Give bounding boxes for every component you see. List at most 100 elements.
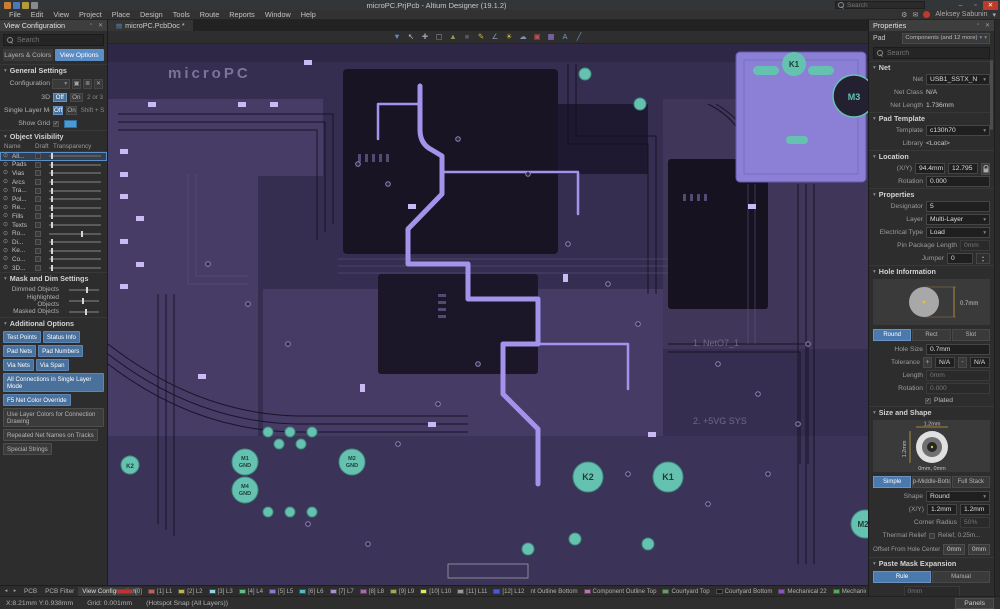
draft-checkbox[interactable]	[35, 153, 41, 159]
string-tool-icon[interactable]: A	[559, 32, 572, 43]
undo-icon[interactable]	[31, 2, 38, 9]
single-layer-mode-on-button[interactable]: On	[66, 106, 76, 115]
tolerance-plus-field[interactable]: N/A	[935, 357, 955, 368]
hole-information-heading[interactable]: ▾Hole Information	[869, 265, 994, 277]
panels-button[interactable]: Panels	[955, 598, 994, 609]
highlighted-objects-slider[interactable]	[69, 300, 99, 302]
document-tab[interactable]: ▤ microPC.PcbDoc *	[108, 20, 193, 31]
layer-tab-5-l5[interactable]: [5] L5	[266, 588, 296, 595]
slot-button[interactable]: Slot	[952, 329, 990, 341]
global-search[interactable]	[835, 1, 925, 9]
line-tool-icon[interactable]: ╱	[573, 32, 586, 43]
visibility-eye-icon[interactable]: ⊙	[3, 239, 10, 245]
net-dropdown[interactable]: USB1_SSTX_N	[926, 74, 990, 85]
object-visibility-row[interactable]: ⊙Ke...	[0, 247, 107, 256]
visibility-eye-icon[interactable]: ⊙	[3, 188, 10, 194]
save-icon[interactable]	[13, 2, 20, 9]
transparency-slider[interactable]	[49, 207, 101, 209]
menu-view[interactable]: View	[48, 10, 74, 19]
draft-checkbox[interactable]	[35, 213, 41, 219]
object-visibility-row[interactable]: ⊙Di...	[0, 238, 107, 247]
single-layer-mode-off-button[interactable]: Off	[53, 106, 63, 115]
layer-tab-6-l6[interactable]: [6] L6	[296, 588, 326, 595]
rotation-field[interactable]: 0.000	[926, 176, 990, 187]
layer-tab-3-l3[interactable]: [3] L3	[206, 588, 236, 595]
top-middle-bottom-button[interactable]: Top-Middle-Bottom	[912, 476, 950, 488]
draft-checkbox[interactable]	[35, 196, 41, 202]
layer-tab-9-l9[interactable]: [9] L9	[387, 588, 417, 595]
maximize-button[interactable]: ▫	[968, 1, 983, 10]
delete-configuration-icon[interactable]: ✕	[94, 79, 103, 89]
visibility-eye-icon[interactable]: ⊙	[3, 213, 10, 219]
transparency-slider[interactable]	[49, 190, 101, 192]
layers-scroll-left-icon[interactable]: ◂	[2, 588, 10, 594]
draft-checkbox[interactable]	[35, 231, 41, 237]
menu-project[interactable]: Project	[74, 10, 107, 19]
object-visibility-heading[interactable]: ▾Object Visibility	[0, 130, 107, 142]
show-grid-checkbox[interactable]: ✓	[53, 121, 59, 127]
panel-close-icon[interactable]: ✕	[985, 22, 990, 29]
layer-tab-courtyard-bottom[interactable]: Courtyard Bottom	[713, 588, 776, 595]
align-tool-icon[interactable]: ▲	[447, 32, 460, 43]
designator-field[interactable]: 5	[926, 201, 990, 212]
plated-checkbox[interactable]: ✓	[925, 398, 931, 404]
configuration-dropdown[interactable]: ▾	[52, 79, 70, 89]
net-heading[interactable]: ▾Net	[869, 61, 994, 73]
layers-scroll-right-icon[interactable]: ▸	[11, 588, 19, 594]
object-visibility-row[interactable]: ⊙3D...	[0, 264, 107, 273]
draft-checkbox[interactable]	[35, 162, 41, 168]
electrical-type-dropdown[interactable]: Load	[926, 227, 990, 238]
layer-tab-mechanical-23[interactable]: Mechanical 23	[830, 588, 866, 595]
draft-checkbox[interactable]	[35, 256, 41, 262]
transparency-slider[interactable]	[49, 224, 101, 226]
transparency-slider[interactable]	[49, 267, 101, 269]
visibility-eye-icon[interactable]: ⊙	[3, 265, 10, 271]
keepout-tool-icon[interactable]: ▣	[531, 32, 544, 43]
jumper-stepper[interactable]: ▴▾	[976, 253, 990, 264]
menu-tools[interactable]: Tools	[168, 10, 195, 19]
3d-on-button[interactable]: On	[70, 93, 84, 102]
filter-tool-icon[interactable]: ▼	[391, 32, 404, 43]
layer-tab-4-l4[interactable]: [4] L4	[236, 588, 266, 595]
transparency-slider[interactable]	[49, 250, 101, 252]
visibility-eye-icon[interactable]: ⊙	[3, 196, 10, 202]
cloud-tool-icon[interactable]: ☁	[517, 32, 530, 43]
offset-x-button[interactable]: 0mm	[943, 544, 965, 555]
pad-template-heading[interactable]: ▾Pad Template	[869, 112, 994, 124]
user-avatar[interactable]	[923, 11, 930, 18]
panel-close-icon[interactable]: ✕	[98, 22, 103, 29]
round-button[interactable]: Round	[873, 329, 911, 341]
special-strings-toggle[interactable]: Special Strings	[3, 443, 52, 455]
transparency-slider[interactable]	[49, 181, 101, 183]
object-visibility-row[interactable]: ⊙Arcs	[0, 178, 107, 187]
draft-checkbox[interactable]	[35, 170, 41, 176]
transparency-slider[interactable]	[49, 215, 101, 217]
draft-checkbox[interactable]	[35, 179, 41, 185]
draw-tool-icon[interactable]: ✎	[475, 32, 488, 43]
menu-design[interactable]: Design	[135, 10, 168, 19]
close-button[interactable]: ✕	[983, 1, 998, 10]
lock-icon[interactable]	[981, 163, 990, 175]
tab-layers-colors[interactable]: Layers & Colors	[3, 49, 53, 61]
tab-view-options[interactable]: View Options	[55, 49, 105, 61]
visibility-eye-icon[interactable]: ⊙	[3, 153, 10, 159]
left-panel-search[interactable]	[3, 34, 104, 46]
visibility-eye-icon[interactable]: ⊙	[3, 256, 10, 262]
additional-options-heading[interactable]: ▾Additional Options	[0, 317, 107, 329]
draft-checkbox[interactable]	[35, 248, 41, 254]
layer-tab-10-l10[interactable]: [10] L10	[417, 588, 454, 595]
visibility-eye-icon[interactable]: ⊙	[3, 170, 10, 176]
layer-tab-mechanical-22[interactable]: Mechanical 22	[775, 588, 829, 595]
user-name[interactable]: Aleksey Sabunin	[935, 11, 987, 18]
board-shape-tool-icon[interactable]: ■	[461, 32, 474, 43]
tolerance-minus-field[interactable]: N/A	[970, 357, 990, 368]
object-visibility-row[interactable]: ⊙Pads	[0, 161, 107, 170]
panel-tab-pcb-filter[interactable]: PCB Filter	[41, 587, 78, 596]
object-visibility-row[interactable]: ⊙Re...	[0, 204, 107, 213]
layer-tab-0[interactable]: [0]	[114, 588, 145, 595]
configuration-menu-icon[interactable]: ≣	[83, 79, 92, 89]
transparency-slider[interactable]	[49, 241, 101, 243]
thermal-relief-checkbox[interactable]	[929, 533, 935, 539]
jumper-field[interactable]: 0	[947, 253, 973, 264]
size-x-field[interactable]: 1.2mm	[927, 504, 957, 515]
